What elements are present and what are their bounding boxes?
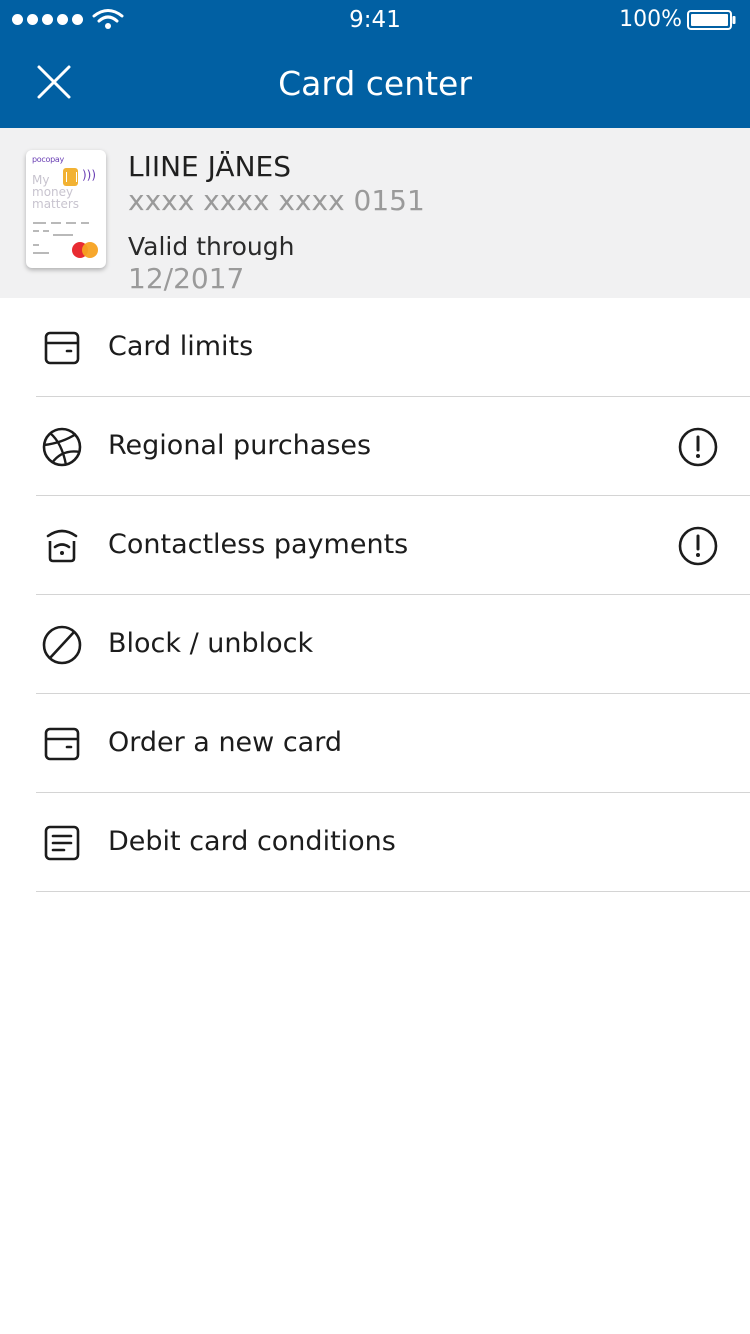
menu-item-label: Contactless payments <box>108 529 409 560</box>
card-icon <box>44 331 80 365</box>
navigation-bar: Card center <box>0 40 750 128</box>
card-thumbnail: pocopay ))) My money matters <box>26 150 106 268</box>
mastercard-logo <box>72 242 98 258</box>
page-title: Card center <box>278 64 472 103</box>
card-icon <box>44 727 80 761</box>
card-tagline: My money matters <box>32 173 80 211</box>
card-actions-menu: Card limits Regional purchases Contactle… <box>0 298 750 892</box>
battery-icon <box>687 10 736 30</box>
menu-item-label: Card limits <box>108 331 254 362</box>
menu-item-order-new-card[interactable]: Order a new card <box>0 694 750 793</box>
contactless-icon <box>46 529 78 563</box>
alert-icon <box>678 526 718 566</box>
menu-item-block-unblock[interactable]: Block / unblock <box>0 595 750 694</box>
document-icon <box>44 825 80 861</box>
menu-item-card-limits[interactable]: Card limits <box>0 298 750 397</box>
valid-through-label: Valid through <box>128 232 295 261</box>
valid-through-date: 12/2017 <box>128 262 245 295</box>
block-icon <box>42 625 82 665</box>
menu-item-contactless-payments[interactable]: Contactless payments <box>0 496 750 595</box>
menu-item-label: Block / unblock <box>108 628 314 659</box>
status-bar: 9:41 100% <box>0 0 750 40</box>
battery-percent: 100% <box>619 7 682 32</box>
card-number: xxxx xxxx xxxx 0151 <box>128 184 425 217</box>
menu-item-label: Debit card conditions <box>108 826 396 857</box>
menu-item-label: Regional purchases <box>108 430 372 461</box>
card-holder-name: LIINE JÄNES <box>128 150 291 183</box>
alert-icon <box>678 427 718 467</box>
card-brand-logo: pocopay <box>32 155 64 164</box>
menu-item-label: Order a new card <box>108 727 342 758</box>
menu-item-regional-purchases[interactable]: Regional purchases <box>0 397 750 496</box>
app-header: 9:41 100% Card center <box>0 0 750 128</box>
card-summary: pocopay ))) My money matters LIINE JÄNES… <box>0 128 750 298</box>
close-icon[interactable] <box>30 58 78 106</box>
globe-icon <box>42 427 82 467</box>
contactless-waves-icon: ))) <box>82 168 97 182</box>
menu-item-debit-card-conditions[interactable]: Debit card conditions <box>0 793 750 892</box>
